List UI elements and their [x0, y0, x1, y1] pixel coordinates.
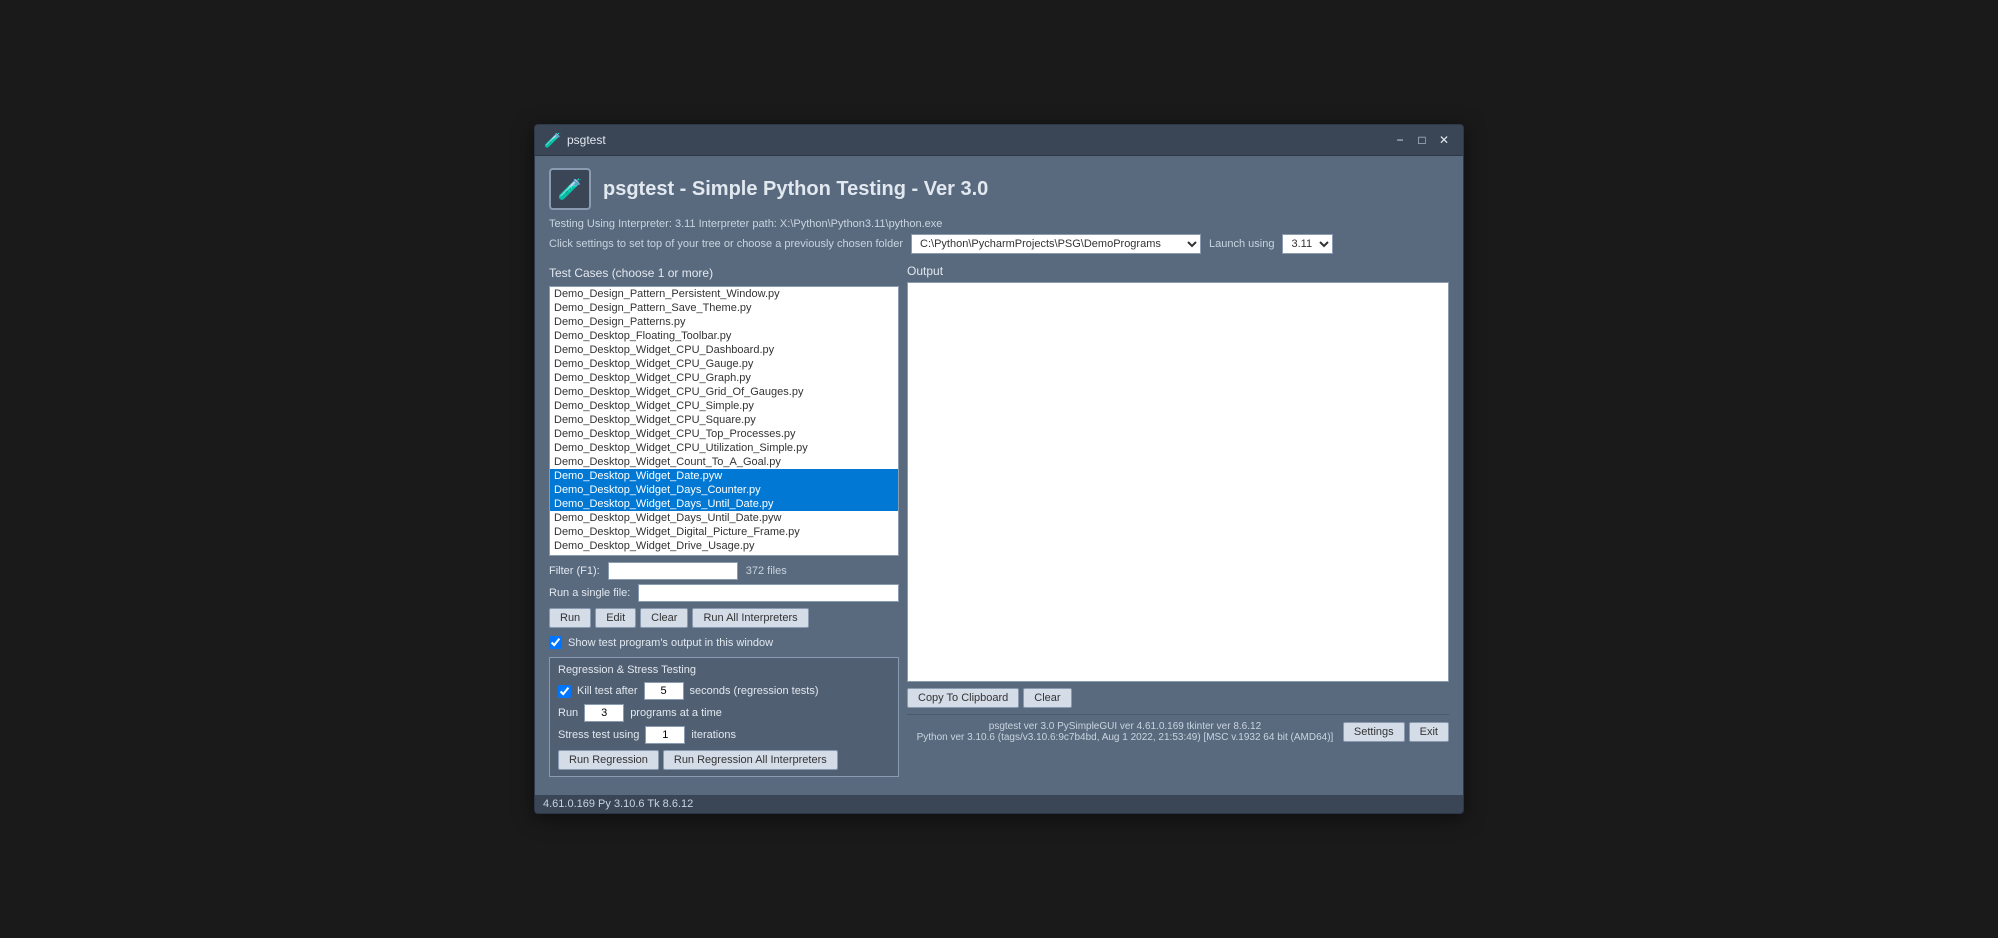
left-panel: Test Cases (choose 1 or more) Demo_Desig… [549, 264, 899, 785]
footer-line2: Python ver 3.10.6 (tags/v3.10.6:9c7b4bd,… [907, 732, 1343, 743]
list-item[interactable]: Demo_Desktop_Widget_CPU_Gauge.py [550, 357, 898, 371]
list-item[interactable]: Demo_Desktop_Widget_Days_Until_Date.pyw [550, 511, 898, 525]
main-window: 🧪 psgtest − □ ✕ 🧪 psgtest - Simple Pytho… [534, 124, 1464, 814]
test-cases-label: Test Cases (choose 1 or more) [549, 264, 899, 282]
edit-button[interactable]: Edit [595, 608, 636, 628]
right-panel: Output Copy To Clipboard Clear psgtest v… [907, 264, 1449, 785]
regression-title: Regression & Stress Testing [558, 664, 890, 676]
output-btn-row: Copy To Clipboard Clear [907, 688, 1449, 708]
kill-test-checkbox[interactable] [558, 685, 571, 698]
copy-to-clipboard-button[interactable]: Copy To Clipboard [907, 688, 1019, 708]
filter-input[interactable] [608, 562, 738, 580]
launch-select[interactable]: 3.11 [1282, 234, 1333, 254]
window-title: psgtest [567, 133, 606, 147]
show-output-row: Show test program's output in this windo… [549, 636, 899, 649]
run-regression-all-button[interactable]: Run Regression All Interpreters [663, 750, 838, 770]
list-item[interactable]: Demo_Desktop_Widget_Drive_Usage.py [550, 539, 898, 553]
main-area: Test Cases (choose 1 or more) Demo_Desig… [549, 264, 1449, 785]
run-programs-input[interactable] [584, 704, 624, 722]
kill-label: Kill test after [577, 685, 638, 697]
clear-button[interactable]: Clear [640, 608, 688, 628]
launch-label: Launch using [1209, 238, 1274, 250]
minimize-button[interactable]: − [1391, 131, 1409, 149]
kill-test-row: Kill test after seconds (regression test… [558, 682, 890, 700]
regression-btn-row: Run Regression Run Regression All Interp… [558, 750, 890, 770]
maximize-button[interactable]: □ [1413, 131, 1431, 149]
list-item[interactable]: Demo_Desktop_Widget_Count_To_A_Goal.py [550, 455, 898, 469]
list-item[interactable]: Demo_Desktop_Widget_Days_Counter.py [550, 483, 898, 497]
list-item[interactable]: Demo_Desktop_Floating_Toolbar.py [550, 329, 898, 343]
footer-info: psgtest ver 3.0 PySimpleGUI ver 4.61.0.1… [907, 721, 1343, 743]
list-item[interactable]: Demo_Design_Pattern_Save_Theme.py [550, 301, 898, 315]
list-item[interactable]: Demo_Desktop_Widget_CPU_Top_Processes.py [550, 427, 898, 441]
run-programs-label: Run [558, 707, 578, 719]
close-button[interactable]: ✕ [1435, 131, 1453, 149]
stress-value-input[interactable] [645, 726, 685, 744]
footer-line1: psgtest ver 3.0 PySimpleGUI ver 4.61.0.1… [907, 721, 1343, 732]
output-area[interactable] [907, 282, 1449, 682]
app-icon-large: 🧪 [549, 168, 591, 210]
stress-suffix: iterations [691, 729, 736, 741]
show-output-label: Show test program's output in this windo… [568, 637, 773, 649]
filter-label: Filter (F1): [549, 565, 600, 577]
status-text: 4.61.0.169 Py 3.10.6 Tk 8.6.12 [543, 798, 693, 810]
test-cases-listbox[interactable]: Demo_Design_Pattern_Persistent_Window.py… [549, 286, 899, 556]
exit-button[interactable]: Exit [1409, 722, 1449, 742]
main-btn-row: Run Edit Clear Run All Interpreters [549, 608, 899, 628]
app-title: psgtest - Simple Python Testing - Ver 3.… [603, 178, 988, 201]
title-bar: 🧪 psgtest − □ ✕ [535, 125, 1463, 156]
filter-row: Filter (F1): 372 files [549, 562, 899, 580]
list-item[interactable]: Demo_Desktop_Widget_CPU_Simple.py [550, 399, 898, 413]
content-area: 🧪 psgtest - Simple Python Testing - Ver … [535, 156, 1463, 795]
settings-exit-row: Settings Exit [1343, 722, 1449, 742]
list-item[interactable]: Demo_Desktop_Widget_CPU_Square.py [550, 413, 898, 427]
folder-label: Click settings to set top of your tree o… [549, 238, 903, 250]
list-item[interactable]: Demo_Design_Patterns.py [550, 315, 898, 329]
output-clear-button[interactable]: Clear [1023, 688, 1071, 708]
run-programs-suffix: programs at a time [630, 707, 722, 719]
settings-button[interactable]: Settings [1343, 722, 1405, 742]
stress-label: Stress test using [558, 729, 639, 741]
list-item[interactable]: Demo_Design_Pattern_Persistent_Window.py [550, 287, 898, 301]
run-all-button[interactable]: Run All Interpreters [692, 608, 808, 628]
list-item[interactable]: Demo_Desktop_Widget_Digital_Picture_Fram… [550, 525, 898, 539]
title-bar-controls: − □ ✕ [1391, 131, 1453, 149]
list-item[interactable]: Demo_Desktop_Widget_CPU_Grid_Of_Gauges.p… [550, 385, 898, 399]
run-button[interactable]: Run [549, 608, 591, 628]
kill-value-input[interactable] [644, 682, 684, 700]
list-item[interactable]: Demo_Desktop_Widget_Days_Until_Date.py [550, 497, 898, 511]
list-item[interactable]: Demo_Desktop_Widget_Drive_Usage_Gauges.p… [550, 553, 898, 556]
folder-row: Click settings to set top of your tree o… [549, 234, 1449, 254]
run-regression-button[interactable]: Run Regression [558, 750, 659, 770]
single-file-row: Run a single file: [549, 584, 899, 602]
folder-select[interactable]: C:\Python\PycharmProjects\PSG\DemoProgra… [911, 234, 1201, 254]
output-label: Output [907, 264, 1449, 278]
single-file-label: Run a single file: [549, 587, 630, 599]
kill-suffix: seconds (regression tests) [690, 685, 819, 697]
list-item[interactable]: Demo_Desktop_Widget_CPU_Utilization_Simp… [550, 441, 898, 455]
footer-row: psgtest ver 3.0 PySimpleGUI ver 4.61.0.1… [907, 714, 1449, 743]
interpreter-info: Testing Using Interpreter: 3.11 Interpre… [549, 218, 1449, 230]
app-icon-small: 🧪 [545, 132, 561, 148]
run-programs-row: Run programs at a time [558, 704, 890, 722]
list-item[interactable]: Demo_Desktop_Widget_CPU_Graph.py [550, 371, 898, 385]
show-output-checkbox[interactable] [549, 636, 562, 649]
file-count: 372 files [746, 565, 787, 577]
list-item[interactable]: Demo_Desktop_Widget_CPU_Dashboard.py [550, 343, 898, 357]
list-item[interactable]: Demo_Desktop_Widget_Date.pyw [550, 469, 898, 483]
app-header: 🧪 psgtest - Simple Python Testing - Ver … [549, 168, 1449, 210]
stress-test-row: Stress test using iterations [558, 726, 890, 744]
status-bar: 4.61.0.169 Py 3.10.6 Tk 8.6.12 [535, 795, 1463, 813]
regression-group: Regression & Stress Testing Kill test af… [549, 657, 899, 777]
single-file-input[interactable] [638, 584, 899, 602]
title-bar-left: 🧪 psgtest [545, 132, 606, 148]
